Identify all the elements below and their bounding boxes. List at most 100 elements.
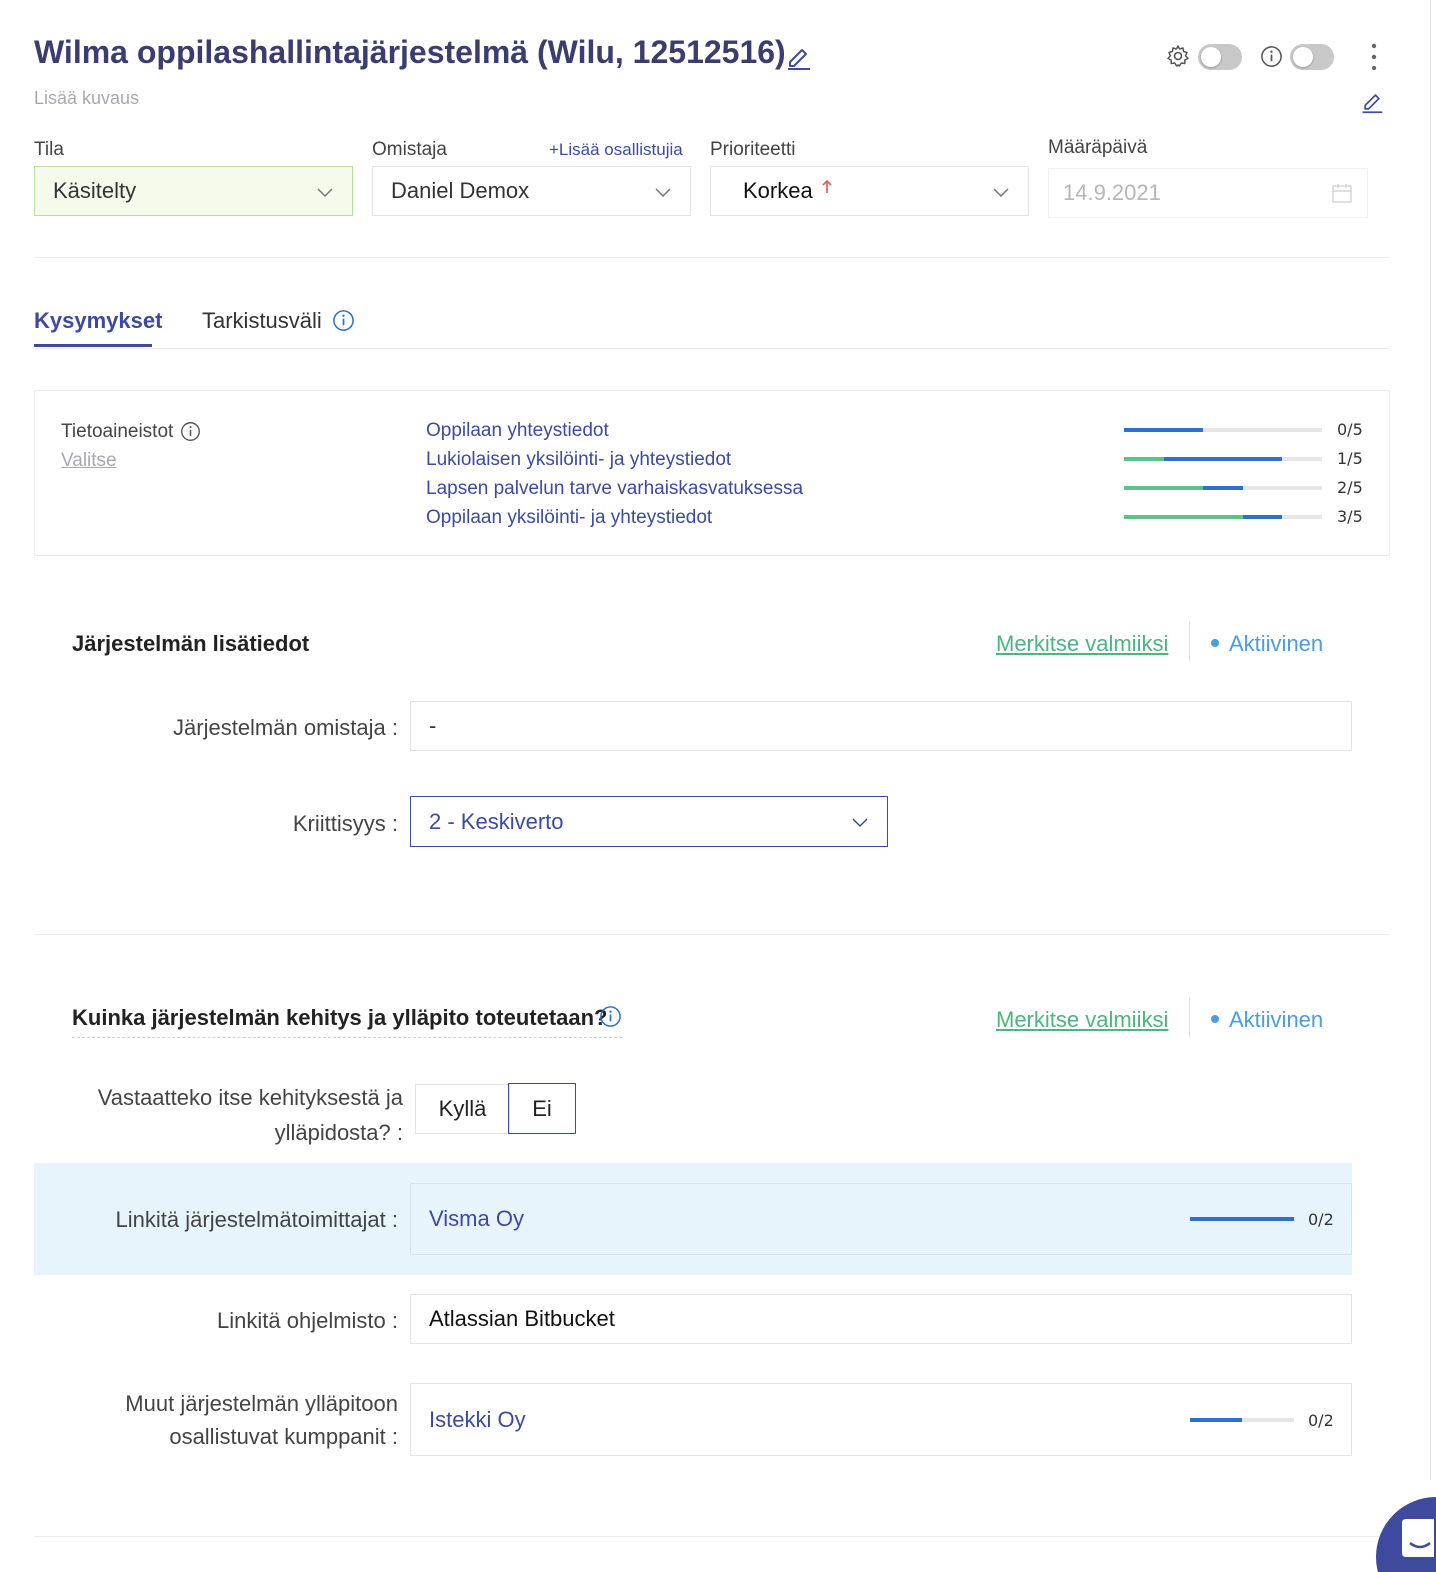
status-badge[interactable]: Aktiivinen <box>1229 631 1323 657</box>
responsible-question-line: ylläpidosta? : <box>274 1120 403 1145</box>
chevron-down-icon <box>852 818 868 828</box>
list-item: Oppilaan yksilöinti- ja yhteystiedot 3/5 <box>426 507 1426 536</box>
partners-label-line: osallistuvat kumppanit : <box>169 1424 398 1449</box>
progress-pending <box>1124 428 1204 432</box>
progress-bar <box>1124 486 1322 490</box>
status-badge[interactable]: Aktiivinen <box>1229 1007 1323 1033</box>
chevron-down-icon <box>993 188 1009 198</box>
tab-tarkistusvali[interactable]: Tarkistusväli <box>202 308 322 334</box>
tila-value: Käsitelty <box>53 178 137 203</box>
criticality-label: Kriittisyys : <box>292 811 398 836</box>
dataset-link[interactable]: Oppilaan yksilöinti- ja yhteystiedot <box>426 507 712 528</box>
mark-done-link[interactable]: Merkitse valmiiksi <box>996 1007 1168 1033</box>
partners-value: Istekki Oy <box>429 1406 526 1432</box>
divider <box>34 1536 1390 1537</box>
description-placeholder[interactable]: Lisää kuvaus <box>34 88 139 109</box>
dataset-count: 2/5 <box>1337 478 1363 497</box>
progress-done <box>1124 486 1204 490</box>
dataset-link[interactable]: Lapsen palvelun tarve varhaiskasvatukses… <box>426 478 803 499</box>
chevron-down-icon <box>317 188 333 198</box>
vendors-label: Linkitä järjestelmätoimittajat : <box>115 1207 398 1232</box>
arrow-up-icon <box>822 179 832 193</box>
date-input[interactable]: 14.9.2021 <box>1048 168 1368 218</box>
date-value: 14.9.2021 <box>1063 180 1161 205</box>
progress-bar <box>1190 1418 1294 1422</box>
select-datasets-link[interactable]: Valitse <box>61 450 117 472</box>
partners-label: Muut järjestelmän ylläpitoon osallistuva… <box>60 1387 398 1453</box>
yes-button[interactable]: Kyllä <box>415 1084 510 1134</box>
omistaja-label: Omistaja <box>372 139 447 160</box>
edit-description-icon[interactable] <box>1360 90 1384 114</box>
tab-kysymykset[interactable]: Kysymykset <box>34 308 162 334</box>
mark-done-link[interactable]: Merkitse valmiiksi <box>996 631 1168 657</box>
settings-toggle[interactable] <box>1198 44 1242 70</box>
tila-label: Tila <box>34 139 64 160</box>
responsible-question-line: Vastaatteko itse kehityksestä ja <box>97 1085 403 1110</box>
progress-bar <box>1124 457 1322 461</box>
owner-label: Järjestelmän omistaja : <box>173 715 398 740</box>
prioriteetti-label: Prioriteetti <box>710 139 796 160</box>
dataset-count: 3/5 <box>1337 507 1363 526</box>
vendors-value: Visma Oy <box>429 1206 524 1231</box>
chevron-down-icon <box>655 188 671 198</box>
info-icon[interactable] <box>1260 45 1283 68</box>
no-button[interactable]: Ei <box>508 1083 576 1134</box>
section-title: Järjestelmän lisätiedot <box>72 631 310 656</box>
list-item: Oppilaan yhteystiedot 0/5 <box>426 420 1426 449</box>
gear-icon[interactable] <box>1166 44 1190 68</box>
prioriteetti-select[interactable]: Korkea <box>710 166 1029 216</box>
section-title: Kuinka järjestelmän kehitys ja ylläpito … <box>72 1005 608 1030</box>
divider <box>1189 622 1190 662</box>
active-tab-indicator <box>34 344 152 347</box>
chat-icon[interactable] <box>1398 1517 1436 1561</box>
progress-pending <box>1203 486 1243 490</box>
tila-select[interactable]: Käsitelty <box>34 166 353 216</box>
progress-done <box>1124 457 1164 461</box>
progress-done <box>1124 515 1243 519</box>
maarapaiva-label: Määräpäivä <box>1048 137 1148 158</box>
vendors-count: 0/2 <box>1308 1210 1334 1229</box>
dataset-link[interactable]: Lukiolaisen yksilöinti- ja yhteystiedot <box>426 449 731 470</box>
dataset-count: 0/5 <box>1337 420 1363 439</box>
progress-bar <box>1124 428 1322 432</box>
progress-pending <box>1242 515 1283 519</box>
criticality-value: 2 - Keskiverto <box>429 808 564 834</box>
owner-field[interactable]: - <box>410 701 1352 751</box>
progress-fill <box>1190 1418 1242 1422</box>
page-title: Wilma oppilashallintajärjestelmä (Wilu, … <box>34 34 786 70</box>
tabs-divider <box>34 348 1390 349</box>
edit-title-icon[interactable] <box>784 42 812 70</box>
vendors-field[interactable]: Visma Oy 0/2 <box>410 1183 1352 1255</box>
datasets-list: Oppilaan yhteystiedot 0/5 Lukiolaisen yk… <box>426 420 1426 536</box>
criticality-select[interactable]: 2 - Keskiverto <box>410 796 888 847</box>
divider <box>34 934 1390 935</box>
partners-count: 0/2 <box>1308 1411 1334 1430</box>
datasets-label: Tietoaineistot <box>61 421 174 442</box>
status-dot <box>1211 639 1219 647</box>
owner-value: - <box>429 713 437 738</box>
info-icon[interactable] <box>599 1005 622 1028</box>
progress-bar <box>1190 1217 1294 1221</box>
scrollbar-track[interactable] <box>1430 0 1431 1480</box>
partners-field[interactable]: Istekki Oy 0/2 <box>410 1383 1352 1456</box>
software-field[interactable]: Atlassian Bitbucket <box>410 1294 1352 1344</box>
info-toggle[interactable] <box>1290 44 1334 70</box>
list-item: Lapsen palvelun tarve varhaiskasvatukses… <box>426 478 1426 507</box>
more-options-icon[interactable] <box>1366 42 1382 72</box>
software-value: Atlassian Bitbucket <box>429 1306 615 1331</box>
prioriteetti-value: Korkea <box>743 178 813 203</box>
dataset-count: 1/5 <box>1337 449 1363 468</box>
add-participants-link[interactable]: +Lisää osallistujia <box>549 140 683 160</box>
calendar-icon <box>1332 184 1352 203</box>
divider <box>1189 998 1190 1038</box>
info-icon[interactable] <box>180 421 201 442</box>
info-icon[interactable] <box>332 309 355 332</box>
progress-bar <box>1124 515 1322 519</box>
omistaja-value: Daniel Demox <box>391 178 530 203</box>
divider <box>34 257 1390 258</box>
progress-pending <box>1163 457 1283 461</box>
dashed-underline <box>72 1037 622 1038</box>
dataset-link[interactable]: Oppilaan yhteystiedot <box>426 420 609 441</box>
omistaja-select[interactable]: Daniel Demox <box>372 166 691 216</box>
list-item: Lukiolaisen yksilöinti- ja yhteystiedot … <box>426 449 1426 478</box>
